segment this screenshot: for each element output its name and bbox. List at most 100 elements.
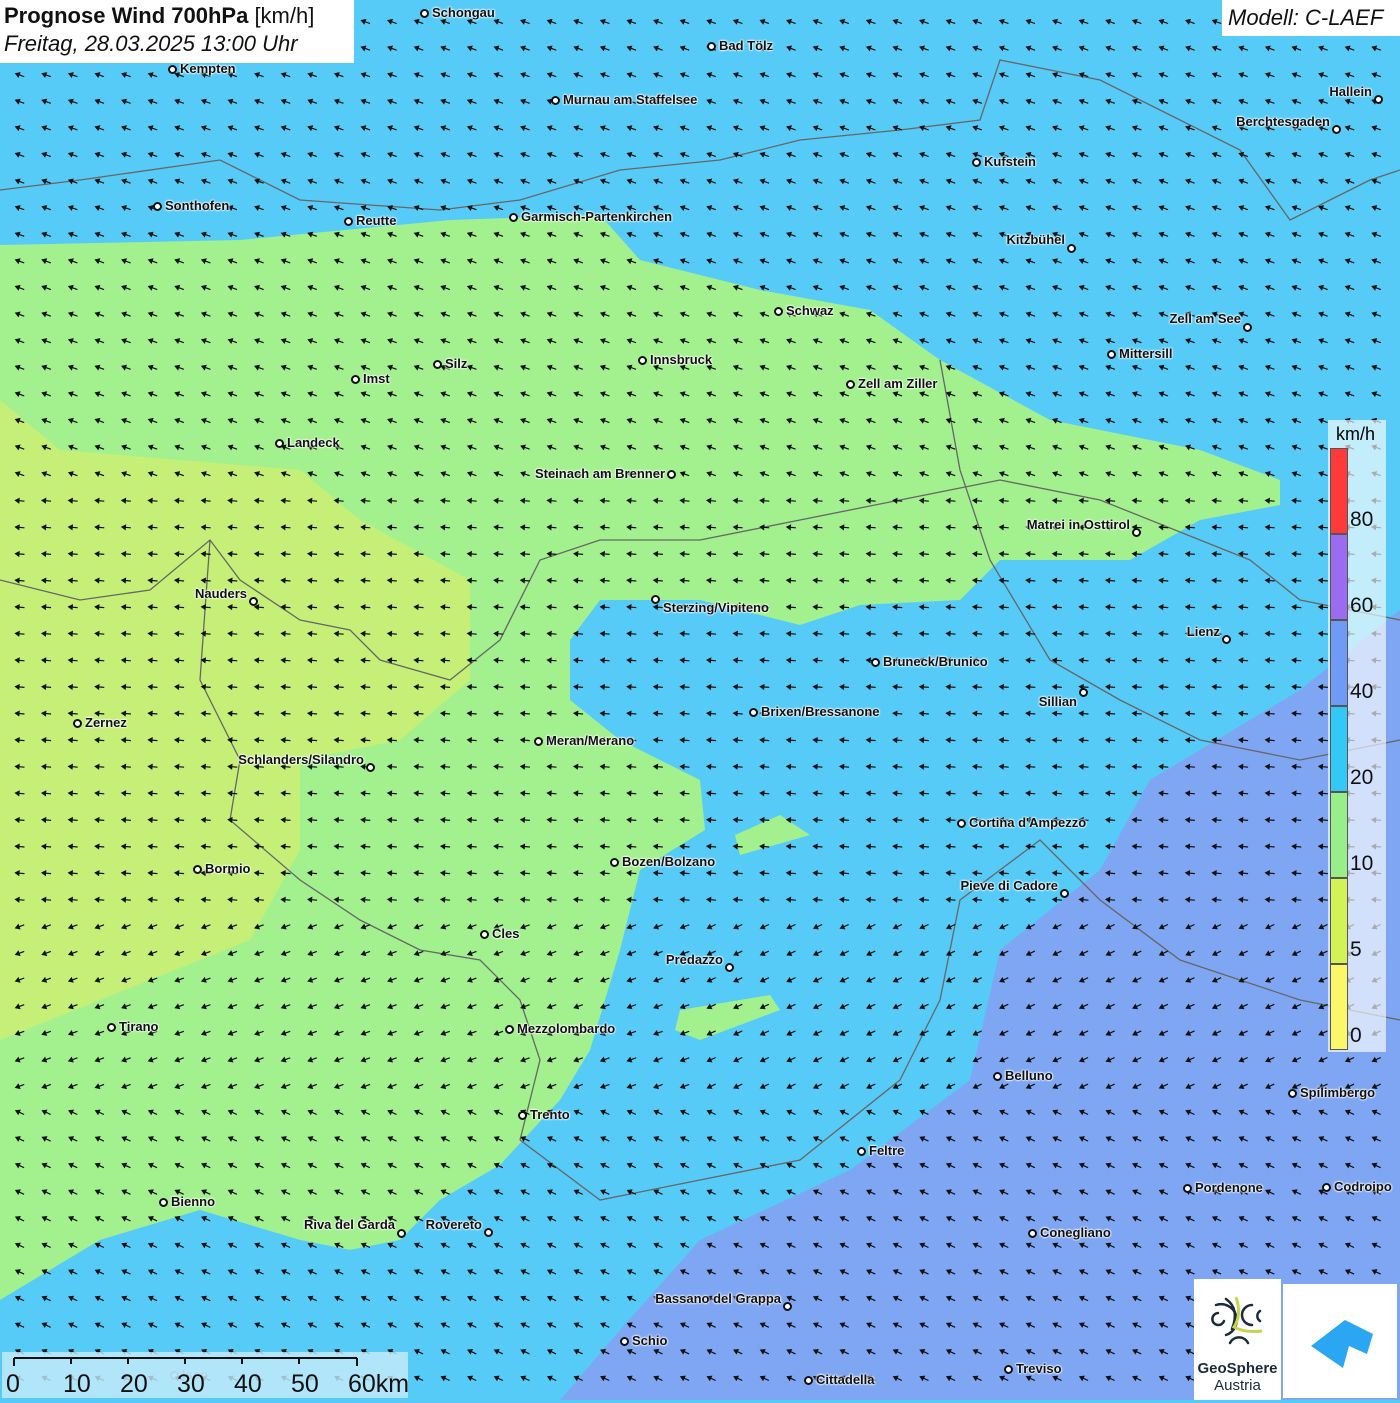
wind-arrow [865,18,876,25]
wind-arrow [972,950,982,957]
wind-arrow [839,205,850,211]
wind-arrow [307,151,318,158]
wind-arrow [573,151,584,158]
wind-arrow [759,1083,770,1090]
wind-arrow [413,151,424,158]
wind-arrow [971,683,983,691]
wind-arrow [733,1056,743,1063]
wind-arrow [653,231,663,238]
wind-arrow [1211,125,1222,132]
wind-arrow [466,72,477,78]
wind-arrow [971,737,983,744]
wind-arrow [546,125,557,132]
wind-arrow [812,72,823,78]
wind-arrow [865,205,876,211]
wind-arrow [626,710,637,717]
city-label: Imst [363,371,390,386]
wind-arrow [1158,417,1169,424]
wind-arrow [892,923,903,930]
wind-arrow [1078,311,1089,318]
city-label: Cles [492,926,520,941]
wind-arrow [280,205,291,211]
wind-arrow [812,1162,823,1169]
wind-arrow [1025,683,1036,691]
wind-arrow [1264,205,1275,211]
wind-arrow [945,72,956,78]
wind-arrow [759,950,770,957]
wind-arrow [972,178,983,185]
wind-arrow [919,923,929,930]
wind-arrow [1131,364,1142,371]
wind-arrow [706,923,716,930]
wind-arrow [733,1083,743,1090]
wind-arrow [1371,125,1382,132]
wind-arrow [626,683,637,691]
wind-arrow [1052,284,1062,291]
wind-arrow [360,151,371,158]
wind-arrow [1158,683,1169,691]
city-label: Berchtesgaden [1236,114,1330,129]
wind-arrow [653,18,663,25]
wind-arrow [1318,151,1328,158]
wind-arrow [1318,391,1328,398]
wind-arrow [706,1136,716,1142]
wind-arrow [972,338,983,344]
wind-arrow [945,311,956,318]
wind-arrow [1344,72,1355,78]
wind-arrow [1371,178,1382,185]
wind-arrow [892,976,903,983]
wind-arrow [732,125,743,132]
wind-arrow [866,1056,876,1063]
wind-arrow [1291,45,1302,52]
wind-arrow [1078,417,1089,424]
wind-arrow [705,843,717,850]
city-marker [846,380,855,389]
wind-arrow [1078,657,1089,664]
wind-arrow [971,763,983,770]
wind-arrow [1052,311,1062,318]
wind-arrow [652,604,663,611]
wind-arrow [892,205,903,211]
wind-arrow [333,72,344,78]
wind-arrow [971,630,983,637]
wind-arrow [679,710,690,717]
wind-arrow [812,1003,823,1010]
wind-arrow [866,1109,876,1116]
city-label: Kempten [180,61,236,76]
wind-arrow [360,178,371,185]
wind-arrow [573,1083,584,1090]
wind-arrow [41,125,52,132]
wind-arrow [626,1162,637,1169]
wind-arrow [706,258,717,265]
wind-arrow [733,1030,743,1036]
wind-arrow [972,151,983,158]
wind-arrow [1264,417,1275,424]
wind-arrow [998,604,1009,611]
wind-arrow [759,657,770,664]
wind-arrow [1371,284,1382,291]
city-marker [804,1376,813,1385]
wind-arrow [785,896,796,903]
wind-arrow [493,125,504,132]
wind-arrow [387,125,397,132]
wind-arrow [626,1242,637,1249]
wind-arrow [918,896,929,903]
wind-arrow [998,630,1009,637]
wind-arrow [839,1083,849,1090]
wind-arrow [1264,231,1275,238]
wind-arrow [1238,72,1249,78]
wind-arrow [733,1162,743,1169]
city-marker [1288,1089,1297,1098]
wind-arrow [786,18,796,25]
wind-arrow [1078,284,1089,291]
wind-arrow [254,151,264,158]
wind-arrow [1131,604,1142,611]
wind-arrow [520,98,530,105]
wind-arrow [1291,683,1302,691]
wind-arrow [1025,364,1036,371]
city-label: Schio [632,1333,668,1348]
wind-arrow [732,178,743,185]
wind-arrow [1318,311,1328,318]
legend-swatch [1330,620,1348,706]
wind-arrow [94,205,105,211]
